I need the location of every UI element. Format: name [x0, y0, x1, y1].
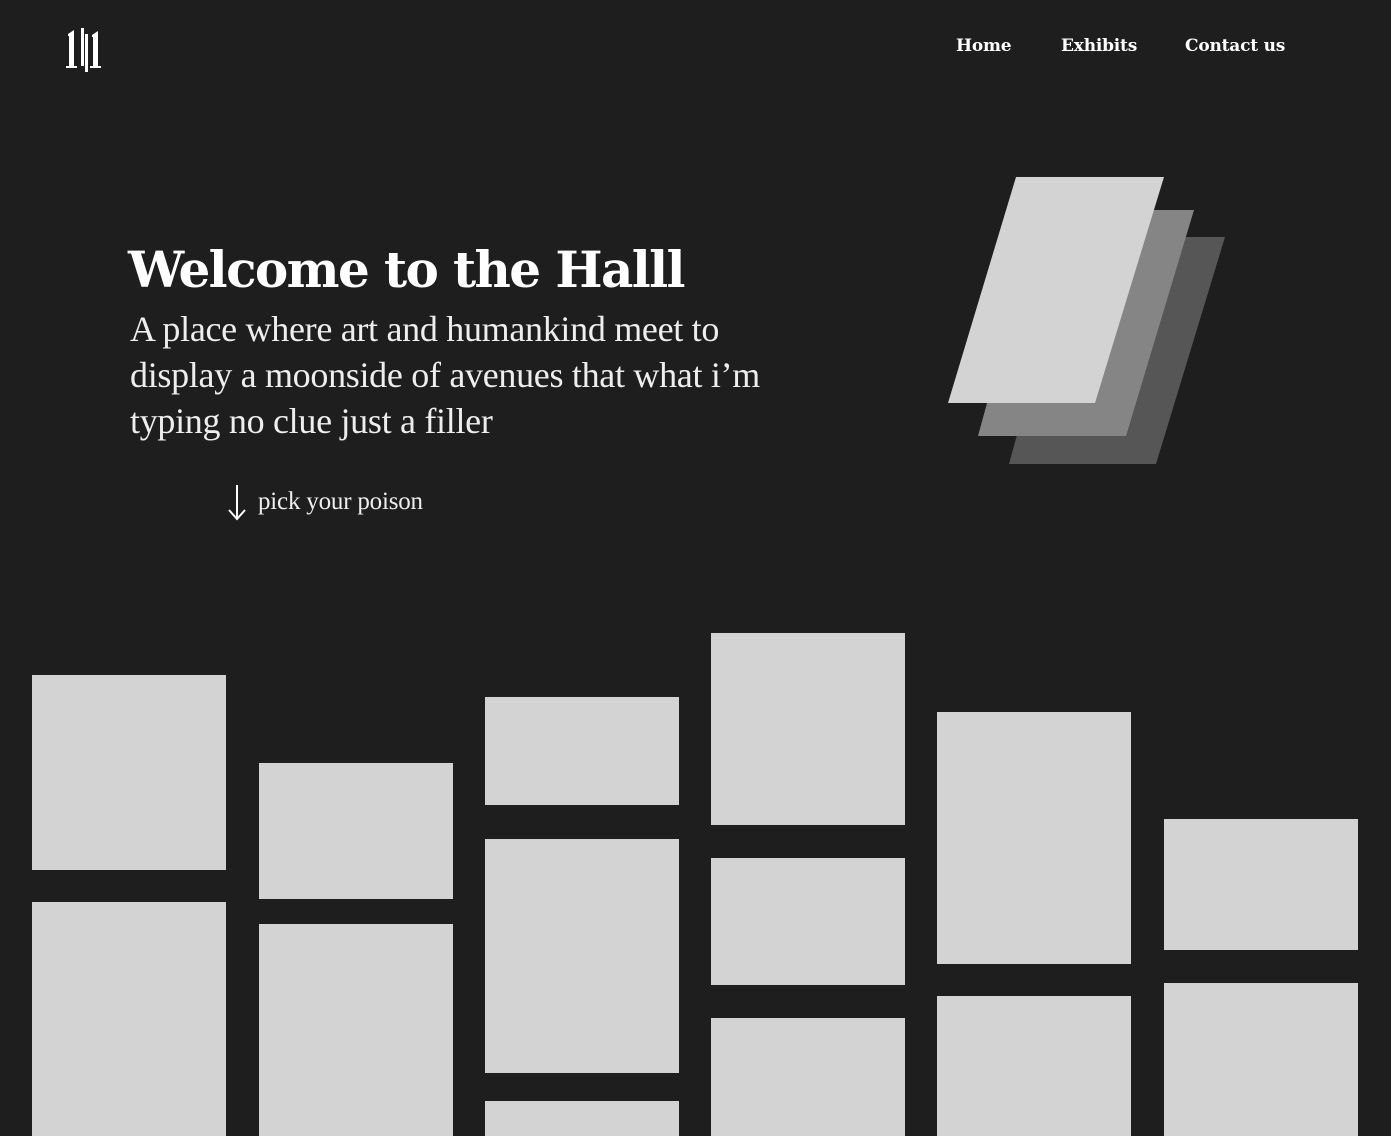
- gallery-tile[interactable]: [711, 1018, 905, 1136]
- arrow-down-icon: [228, 485, 246, 521]
- main-nav: Home Exhibits Contact us: [0, 36, 1391, 60]
- gallery-tile[interactable]: [937, 996, 1131, 1136]
- gallery-tile[interactable]: [259, 924, 453, 1136]
- nav-contact-link[interactable]: Contact us: [1185, 36, 1285, 56]
- gallery-tile[interactable]: [1164, 819, 1358, 950]
- gallery-tile[interactable]: [32, 902, 226, 1136]
- gallery-tile[interactable]: [711, 633, 905, 825]
- nav-home-link[interactable]: Home: [956, 36, 1012, 56]
- gallery-tile[interactable]: [937, 712, 1131, 964]
- gallery-tile[interactable]: [711, 858, 905, 985]
- cta-label: pick your poison: [258, 488, 423, 515]
- gallery-tile[interactable]: [259, 763, 453, 899]
- stacked-frames-icon: [948, 177, 1225, 464]
- gallery-tile[interactable]: [1164, 983, 1358, 1136]
- gallery-tile[interactable]: [485, 1101, 679, 1136]
- pick-your-poison-link[interactable]: pick your poison: [226, 482, 423, 522]
- nav-exhibits-link[interactable]: Exhibits: [1061, 36, 1137, 56]
- hero-title: Welcome to the Halll: [128, 240, 686, 299]
- gallery-tile[interactable]: [32, 675, 226, 870]
- hero-subtitle: A place where art and humankind meet to …: [130, 309, 760, 441]
- gallery-tile[interactable]: [485, 839, 679, 1073]
- gallery-tile[interactable]: [485, 697, 679, 805]
